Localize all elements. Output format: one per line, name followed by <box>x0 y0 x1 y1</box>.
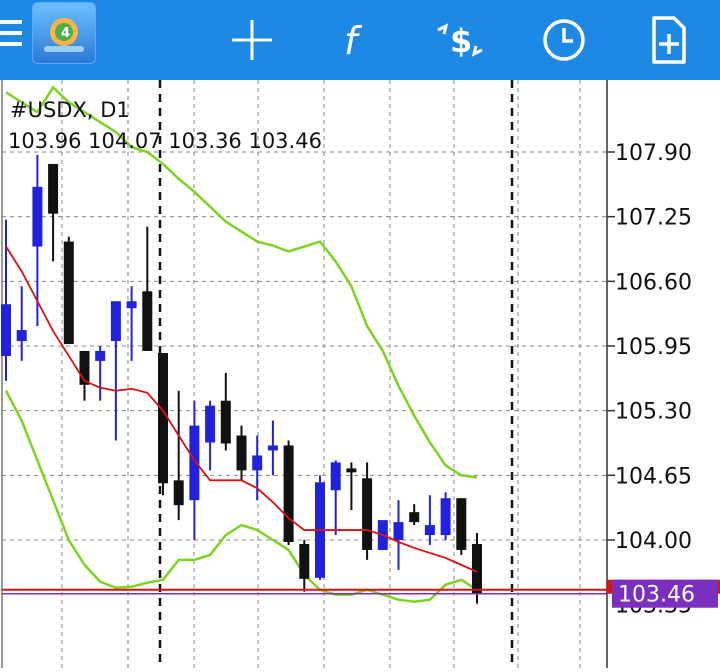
bollinger-bands <box>4 85 478 603</box>
axis-tick-label: 107.25 <box>615 206 692 231</box>
candle <box>409 504 420 526</box>
lower-band-line <box>4 390 478 603</box>
chart-title: #USDX, D1 <box>10 98 130 122</box>
ohlc-label: 103.96 104.07 103.36 103.46 <box>8 129 322 153</box>
candlestick-chart[interactable]: 107.90 107.25 106.60 105.95 105.30 104.65 104.… <box>0 80 720 668</box>
candle <box>283 440 294 545</box>
candle-body <box>330 462 341 491</box>
menu-icon[interactable] <box>0 20 22 50</box>
candle <box>346 462 357 511</box>
axis-tick-label: 105.95 <box>615 335 692 360</box>
axis-tick-label: 106.60 <box>615 270 692 295</box>
candle-body <box>393 522 404 540</box>
candle-body <box>456 498 467 550</box>
candle-body <box>252 455 263 471</box>
candle <box>456 498 467 555</box>
axis-tick-label: 107.90 <box>615 141 692 166</box>
candle-body <box>346 468 357 473</box>
candle <box>205 400 216 471</box>
candle-body <box>362 478 373 550</box>
trade-dollar-icon[interactable]: $ <box>428 8 492 72</box>
candle <box>267 420 278 476</box>
candle <box>362 462 373 560</box>
axis-tick-label: 104.65 <box>615 464 692 489</box>
candle-body <box>236 435 247 471</box>
candle <box>158 352 168 496</box>
candle-body <box>142 291 153 351</box>
candle-body <box>110 301 121 342</box>
candle-body <box>1 304 11 356</box>
period-clock-icon[interactable] <box>532 8 596 72</box>
candle <box>236 425 247 481</box>
candle <box>173 390 184 521</box>
svg-text:f: f <box>344 19 363 63</box>
svg-text:$: $ <box>450 22 472 60</box>
ma-line <box>5 246 478 573</box>
bid-price-label: 103.46 <box>618 583 695 608</box>
candle-body <box>16 330 27 342</box>
candle-body <box>48 163 59 214</box>
candle-body <box>267 445 278 451</box>
top-toolbar: 4 f $ <box>0 0 720 80</box>
candle <box>424 495 435 545</box>
moving-average <box>5 246 478 573</box>
candle-body <box>220 400 231 444</box>
candle <box>95 346 106 401</box>
candle <box>315 475 325 580</box>
candle <box>48 163 59 262</box>
candle-body <box>472 543 482 594</box>
candle <box>393 500 404 570</box>
indicators-f-icon[interactable]: f <box>324 8 388 72</box>
candle-body <box>126 301 137 309</box>
candle <box>220 372 231 451</box>
candle <box>330 460 341 536</box>
candle-body <box>158 352 168 484</box>
candle-body <box>205 405 216 443</box>
candle-body <box>63 241 74 345</box>
axis-tick-label: 104.00 <box>615 529 692 554</box>
candle-body <box>189 425 200 501</box>
candle-body <box>299 543 310 579</box>
candle <box>440 492 451 540</box>
candles <box>1 154 482 604</box>
candle-body <box>32 186 43 247</box>
svg-text:4: 4 <box>61 26 70 41</box>
candle-body <box>283 445 294 542</box>
chart-area[interactable]: 107.90 107.25 106.60 105.95 105.30 104.65 104.… <box>0 80 720 668</box>
candle <box>16 286 27 361</box>
candle-body <box>440 498 451 536</box>
candle-body <box>409 512 420 523</box>
candle <box>110 301 121 441</box>
axis-tick-label: 105.30 <box>615 400 692 425</box>
candle <box>142 226 153 351</box>
candle <box>299 540 310 592</box>
candle <box>189 400 200 540</box>
metatrader-logo-icon[interactable]: 4 <box>32 2 96 64</box>
crosshair-icon[interactable] <box>220 8 284 72</box>
price-axis: 107.90 107.25 106.60 105.95 105.30 104.65 104.… <box>607 141 720 619</box>
candle-body <box>173 480 184 506</box>
candle <box>63 236 74 345</box>
candle-body <box>424 525 435 536</box>
add-object-icon[interactable] <box>636 8 700 72</box>
candle-body <box>95 350 106 361</box>
